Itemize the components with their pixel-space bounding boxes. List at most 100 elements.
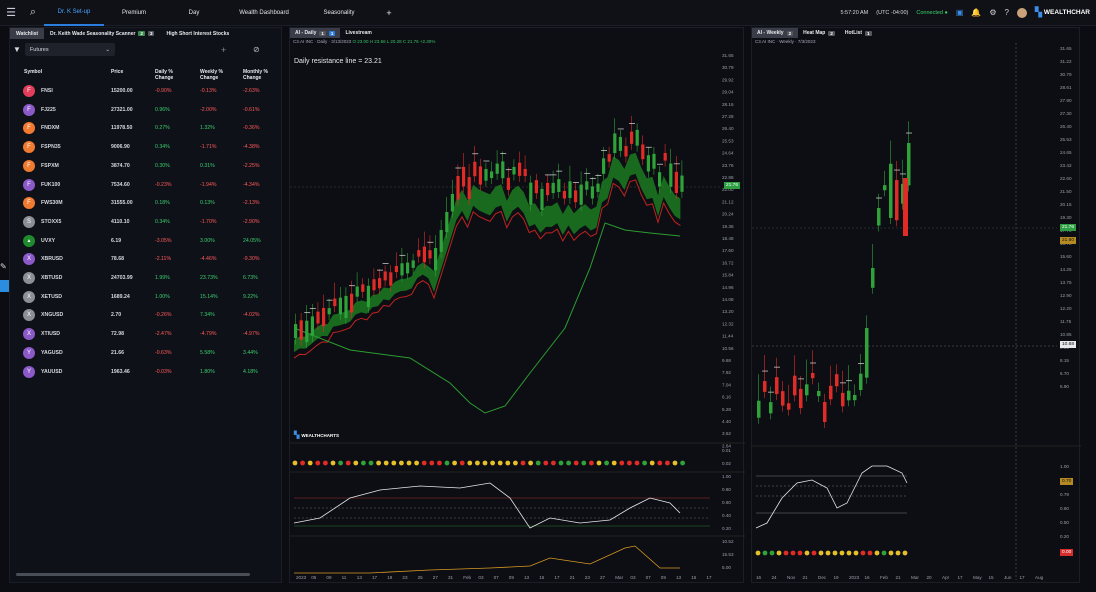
header-monthly[interactable]: Monthly % Change <box>243 69 273 81</box>
cell-daily-change: -2.47% <box>155 331 172 338</box>
table-row[interactable]: F FUK100 7534.60 -0.23% -1.94% -4.34% <box>10 176 283 195</box>
header-daily[interactable]: Daily % Change <box>155 69 185 81</box>
table-row[interactable]: F FNSI 15200.00 -0.90% -0.13% -2.63% <box>10 82 283 101</box>
cell-monthly-change: -9.30% <box>243 256 260 263</box>
add-symbol-icon[interactable]: + <box>221 45 226 55</box>
tab-high-short-interest[interactable]: High Short Interest Stocks <box>160 28 235 39</box>
symbol-avatar: X <box>23 328 35 341</box>
header-symbol[interactable]: Symbol <box>24 69 42 75</box>
pen-icon[interactable]: ✎ <box>0 262 9 272</box>
candle <box>434 248 438 271</box>
gear-icon[interactable]: ⚙ <box>989 8 996 17</box>
osc-tick-label: 0.02 <box>722 461 731 466</box>
signal-dot <box>804 550 810 556</box>
candle <box>450 194 454 212</box>
cell-daily-change: 0.18% <box>155 200 170 207</box>
hamburger-menu-icon[interactable]: ☰ <box>0 0 22 26</box>
cell-daily-change: 1.00% <box>155 293 170 300</box>
tab-watchlist[interactable]: Watchlist <box>10 28 45 39</box>
daily-chart-canvas[interactable]: 31.65 30.79 29.92 29.04 28.16 27.28 26.40 25.53… <box>290 28 745 584</box>
candle <box>895 180 899 221</box>
tab-day[interactable]: Day <box>164 0 224 26</box>
table-row[interactable]: F FSPXM 3874.70 0.30% 0.31% -2.25% <box>10 157 283 176</box>
y-tick-label: 14.25 <box>1060 267 1072 272</box>
signal-dot <box>573 460 579 466</box>
help-icon[interactable]: ? <box>1005 8 1009 17</box>
table-row[interactable]: Y YAGUSD 21.66 -0.63% 5.58% 3.44% <box>10 344 283 363</box>
candle <box>372 279 376 291</box>
avatar[interactable] <box>1016 7 1027 18</box>
scanner-badge-2: 3 <box>147 31 155 36</box>
table-row[interactable]: X XBRUSD 78.68 -2.11% -4.46% -9.30% <box>10 250 283 269</box>
signal-dot <box>437 460 442 466</box>
header-weekly[interactable]: Weekly % Change <box>200 69 230 81</box>
table-row[interactable]: F FSPN35 9006.90 0.34% -1.71% -4.38% <box>10 138 283 157</box>
bell-icon[interactable]: 🔔 <box>971 8 981 17</box>
cell-monthly-change: 9.22% <box>243 293 258 300</box>
candle <box>574 190 578 203</box>
candle <box>630 131 634 144</box>
toggle-panel-button[interactable] <box>0 280 9 292</box>
filter-icon[interactable]: ▼ <box>13 45 21 54</box>
save-icon[interactable]: ▣ <box>956 8 964 17</box>
horizontal-scrollbar[interactable] <box>16 573 250 576</box>
x-tick-label: 03 <box>630 575 636 580</box>
table-row[interactable]: F FWS30M 31555.00 0.18% 0.13% -2.13% <box>10 194 283 213</box>
x-tick-label: 23 <box>585 575 591 580</box>
cell-weekly-change: 0.31% <box>200 162 215 169</box>
cell-daily-change: 1.99% <box>155 275 170 281</box>
table-row[interactable]: F FJ225 27321.00 0.96% -2.00% -0.61% <box>10 101 283 120</box>
y-tick-label: 10.56 <box>722 346 734 351</box>
watchlist-select[interactable]: Futures ⌄ <box>24 43 115 56</box>
tab-premium[interactable]: Premium <box>104 0 164 26</box>
table-row[interactable]: S STOXX5 4110.10 0.34% -1.70% -2.90% <box>10 213 283 232</box>
y-tick-label: 14.96 <box>722 285 734 290</box>
x-tick-label: 31 <box>448 575 454 580</box>
tab-seasonality-scanner[interactable]: Dr. Keith Wade Seasonality Scanner 2 3 <box>44 28 160 39</box>
y-tick-label: 25.53 <box>722 138 734 143</box>
cell-daily-change: -2.11% <box>155 256 172 263</box>
cell-weekly-change: 1.32% <box>200 125 215 132</box>
x-tick-label: 09 <box>509 575 515 580</box>
table-row[interactable]: ▲ UVXY 6.19 -3.05% 3.00% 24.05% <box>10 232 283 251</box>
x-tick-label: 16 <box>865 575 871 580</box>
x-tick-label: 15 <box>691 575 697 580</box>
table-row[interactable]: X XNGUSD 2.70 -0.26% 7.34% -4.02% <box>10 306 283 325</box>
tab-seasonality[interactable]: Seasonality <box>304 0 374 26</box>
signal-dot <box>376 460 381 466</box>
candle <box>310 316 314 336</box>
y-tick-label: 24.64 <box>722 151 734 156</box>
signal-dot <box>307 460 313 466</box>
candle <box>568 181 572 198</box>
add-tab-button[interactable]: + <box>374 0 404 26</box>
table-row[interactable]: X XTIUSD 72.98 -2.47% -4.79% -4.97% <box>10 325 283 344</box>
candle <box>344 295 348 319</box>
y-tick-label: 5.28 <box>722 407 731 412</box>
y-tick-label: 31.65 <box>1060 46 1072 51</box>
candle <box>590 186 594 199</box>
symbol-avatar: X <box>23 290 35 303</box>
table-row[interactable]: F FNDXM 11978.50 0.27% 1.32% -0.36% <box>10 119 283 138</box>
y-tick-label: 3.52 <box>722 431 731 436</box>
symbol-avatar: X <box>23 309 35 322</box>
y-tick-label: 21.12 <box>722 199 734 204</box>
candle <box>835 374 839 387</box>
link-icon[interactable]: ⊘ <box>253 45 260 54</box>
table-row[interactable]: Y YAUUSD 1963.46 -0.03% 1.80% 4.18% <box>10 363 283 382</box>
tab-wealth-dashboard[interactable]: Wealth Dashboard <box>224 0 304 26</box>
cell-monthly-change: 3.44% <box>243 349 258 356</box>
cell-daily-change: -0.26% <box>155 312 172 319</box>
osc-tick-label: 0.20 <box>1060 534 1069 539</box>
candle <box>512 166 516 175</box>
table-row[interactable]: X XBTUSD 24703.99 1.99% 23.73% 6.73% <box>10 269 283 288</box>
cell-symbol: FNDXM <box>41 125 60 132</box>
weekly-chart-canvas[interactable]: 31.65 31.22 30.79 28.61 27.90 27.30 26.40 25.53… <box>752 28 1081 584</box>
header-price[interactable]: Price <box>111 69 123 75</box>
candle <box>299 320 303 340</box>
candle <box>658 172 662 187</box>
tab-dr-k-setup[interactable]: Dr. K Set-up <box>44 0 104 26</box>
y-tick-label: 4.40 <box>722 419 731 424</box>
search-icon[interactable]: ⌕ <box>22 0 44 26</box>
table-row[interactable]: X XETUSD 1689.24 1.00% 15.14% 9.22% <box>10 288 283 307</box>
x-tick-label: 24 <box>772 575 778 580</box>
